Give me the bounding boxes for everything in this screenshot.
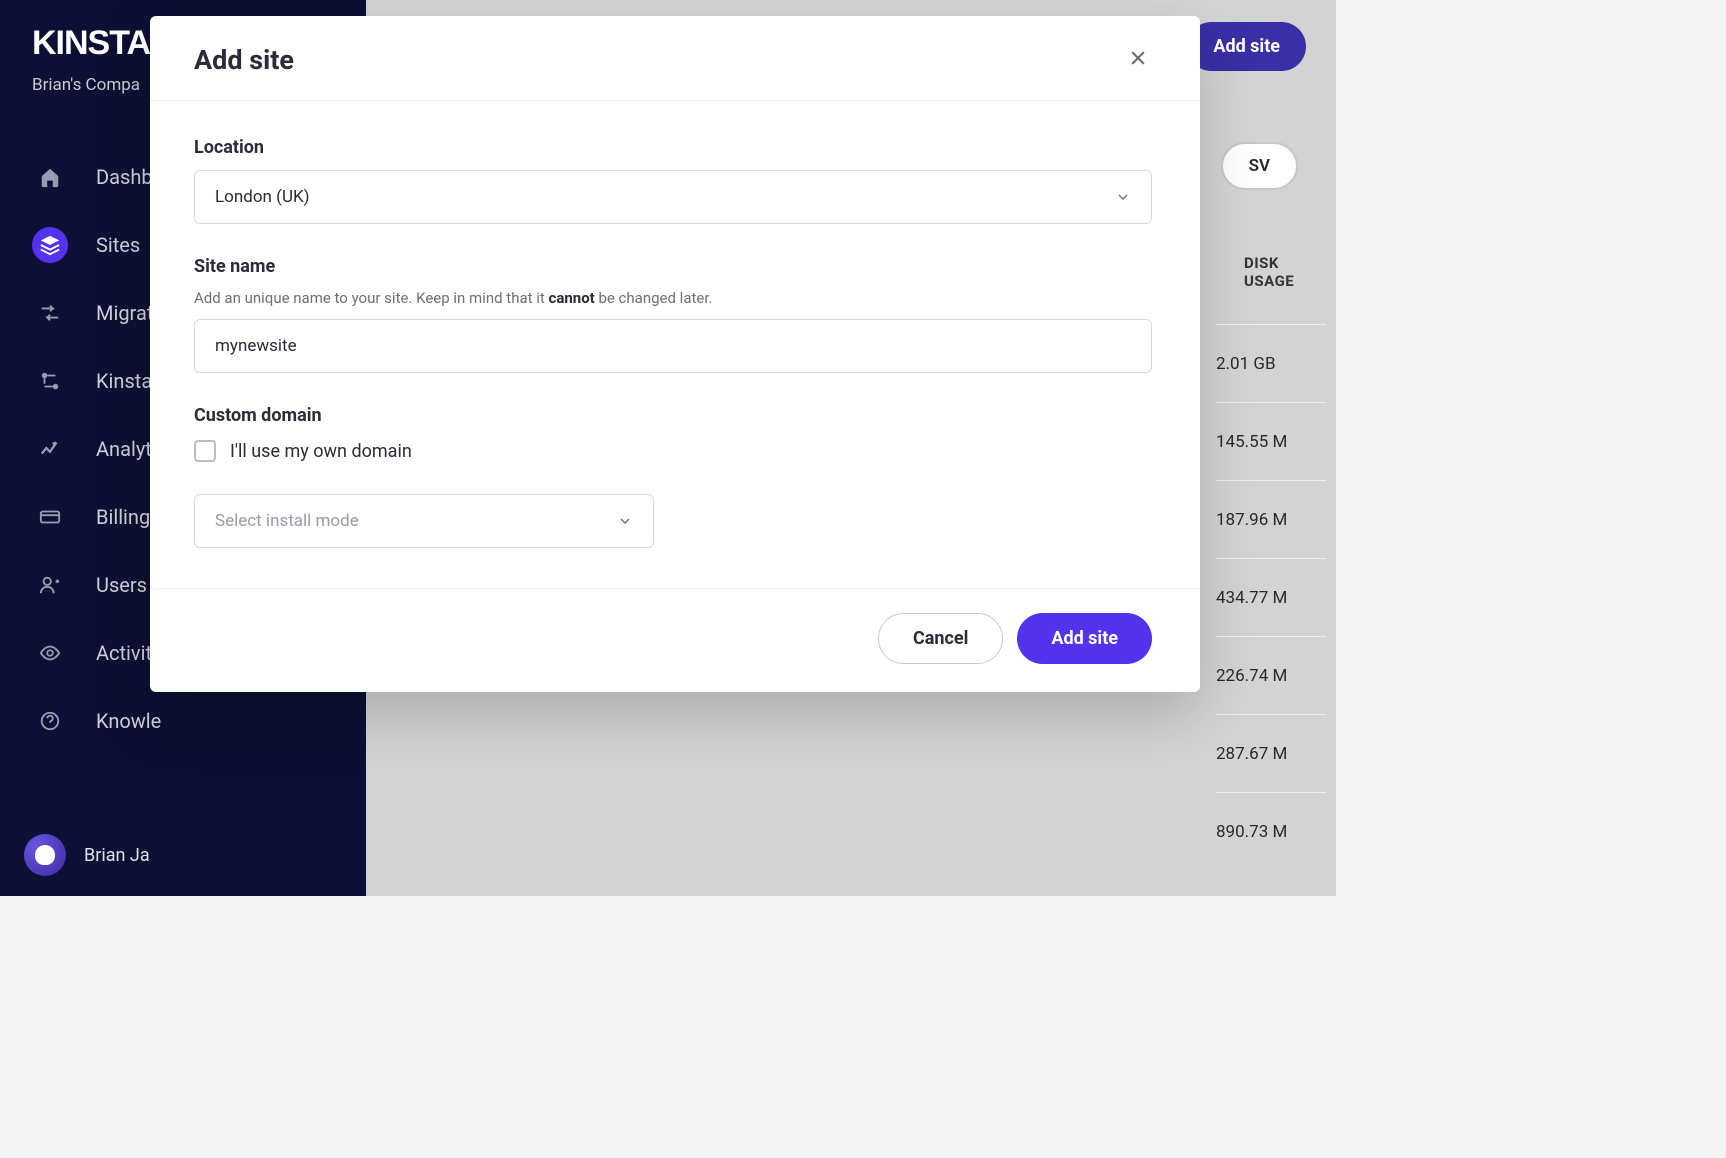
table-row: 226.74 M — [1216, 636, 1326, 714]
location-label: Location — [194, 137, 1152, 158]
table-disk-column: 2.01 GB 145.55 M 187.96 M 434.77 M 226.7… — [1216, 324, 1326, 870]
nav-item-label: Users — [96, 573, 147, 597]
close-button[interactable] — [1124, 44, 1152, 76]
export-csv-button[interactable]: SV — [1221, 142, 1298, 190]
table-row: 145.55 M — [1216, 402, 1326, 480]
sitename-helper: Add an unique name to your site. Keep in… — [194, 289, 1152, 307]
nav-item-label: Migrati — [96, 301, 158, 325]
install-mode-placeholder: Select install mode — [215, 511, 359, 531]
user-footer[interactable]: Brian Ja — [0, 834, 174, 876]
add-site-modal: Add site Location London (UK) Site name … — [150, 16, 1200, 692]
location-value: London (UK) — [215, 187, 310, 207]
add-site-button[interactable]: Add site — [1017, 613, 1152, 664]
avatar — [24, 834, 66, 876]
modal-footer: Cancel Add site — [150, 588, 1200, 692]
cancel-button[interactable]: Cancel — [878, 613, 1003, 664]
add-site-button-header[interactable]: Add site — [1187, 22, 1306, 71]
customdomain-label: Custom domain — [194, 405, 1152, 426]
stack-icon — [32, 227, 68, 263]
nav-item-label: Billing — [96, 505, 150, 529]
eye-icon — [32, 635, 68, 671]
table-row: 434.77 M — [1216, 558, 1326, 636]
chevron-down-icon — [1115, 189, 1131, 205]
field-group-installmode: Select install mode — [194, 494, 1152, 548]
close-icon — [1128, 48, 1148, 68]
customdomain-checkbox-label: I'll use my own domain — [230, 441, 412, 462]
table-row: 2.01 GB — [1216, 324, 1326, 402]
user-add-icon — [32, 567, 68, 603]
nav-item-label: Knowle — [96, 709, 161, 733]
install-mode-select[interactable]: Select install mode — [194, 494, 654, 548]
table-row: 187.96 M — [1216, 480, 1326, 558]
modal-title: Add site — [194, 44, 294, 76]
nav-item-knowledge[interactable]: Knowle — [0, 687, 366, 755]
field-group-sitename: Site name Add an unique name to your sit… — [194, 256, 1152, 373]
sitename-input[interactable]: mynewsite — [194, 319, 1152, 373]
location-select[interactable]: London (UK) — [194, 170, 1152, 224]
field-group-customdomain: Custom domain I'll use my own domain — [194, 405, 1152, 462]
dns-icon — [32, 363, 68, 399]
modal-body: Location London (UK) Site name Add an un… — [150, 101, 1200, 588]
table-row: 287.67 M — [1216, 714, 1326, 792]
card-icon — [32, 499, 68, 535]
home-icon — [32, 159, 68, 195]
sitename-value: mynewsite — [215, 336, 297, 356]
chevron-down-icon — [617, 513, 633, 529]
chart-icon — [32, 431, 68, 467]
migrate-icon — [32, 295, 68, 331]
table-row: 890.73 M — [1216, 792, 1326, 870]
nav-item-label: Kinsta — [96, 369, 152, 393]
customdomain-checkbox-row[interactable]: I'll use my own domain — [194, 440, 1152, 462]
field-group-location: Location London (UK) — [194, 137, 1152, 224]
nav-item-label: Sites — [96, 233, 140, 257]
sitename-label: Site name — [194, 256, 1152, 277]
table-column-disk-usage: DISK USAGE — [1244, 254, 1314, 290]
user-name: Brian Ja — [84, 845, 150, 866]
customdomain-checkbox[interactable] — [194, 440, 216, 462]
modal-header: Add site — [150, 16, 1200, 101]
help-icon — [32, 703, 68, 739]
nav-item-label: Analyti — [96, 437, 157, 461]
